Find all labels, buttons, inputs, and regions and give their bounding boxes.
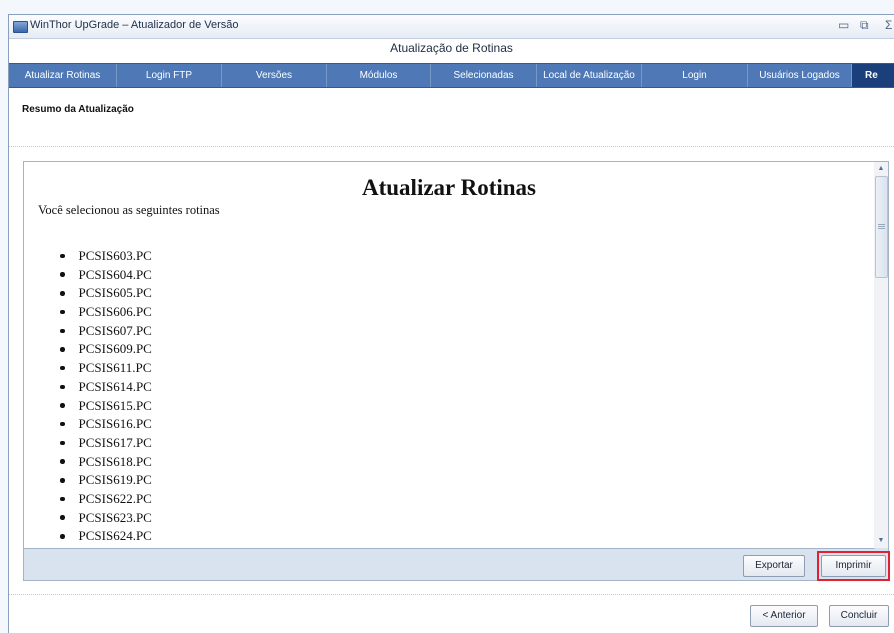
scroll-thumb[interactable] [875,176,888,278]
routine-item: PCSIS607.PC [60,322,152,341]
restore-icon[interactable]: ⧉ [860,18,869,33]
tab-local-de-atualizacao[interactable]: Local de Atualização [537,64,642,87]
routine-item: PCSIS616.PC [60,415,152,434]
routine-item: PCSIS618.PC [60,453,152,472]
routine-item: PCSIS609.PC [60,340,152,359]
tab-versoes[interactable]: Versões [222,64,327,87]
wizard-tabs: Atualizar Rotinas Login FTP Versões Módu… [9,63,894,88]
routine-item: PCSIS622.PC [60,490,152,509]
tab-atualizar-rotinas[interactable]: Atualizar Rotinas [9,64,117,87]
finish-button[interactable]: Concluir [829,605,889,627]
section-title: Resumo da Atualização [22,104,134,115]
window-title: WinThor UpGrade – Atualizador de Versão [30,19,239,31]
routine-item: PCSIS611.PC [60,359,152,378]
app-window: WinThor UpGrade – Atualizador de Versão … [8,14,894,633]
routine-item: PCSIS623.PC [60,509,152,528]
close-icon[interactable]: Σ [885,18,892,32]
report-panel: Atualizar Rotinas Você selecionou as seg… [23,161,890,581]
previous-button[interactable]: < Anterior [750,605,818,627]
routine-item: PCSIS624.PC [60,527,152,546]
app-icon [13,21,28,33]
footer-divider [9,594,894,595]
routine-item: PCSIS615.PC [60,397,152,416]
page-title: Atualização de Rotinas [390,41,513,55]
routine-item: PCSIS604.PC [60,266,152,285]
report-title: Atualizar Rotinas [362,175,536,200]
tab-login-ftp[interactable]: Login FTP [117,64,222,87]
vertical-scrollbar[interactable]: ▲ ▼ [874,162,888,548]
tab-selecionadas[interactable]: Selecionadas [431,64,537,87]
divider [9,146,894,147]
tab-resumo[interactable]: Re [852,64,894,87]
routine-list: PCSIS603.PC PCSIS604.PC PCSIS605.PC PCSI… [60,247,152,546]
routine-item: PCSIS603.PC [60,247,152,266]
minimize-icon[interactable]: ▭ [838,18,849,32]
export-button[interactable]: Exportar [743,555,805,577]
scroll-up-icon[interactable]: ▲ [874,162,888,176]
tab-usuarios-logados[interactable]: Usuários Logados [748,64,852,87]
routine-item: PCSIS606.PC [60,303,152,322]
report-viewer[interactable]: Atualizar Rotinas Você selecionou as seg… [24,162,875,549]
title-bar: WinThor UpGrade – Atualizador de Versão … [9,15,894,39]
routine-item: PCSIS614.PC [60,378,152,397]
print-button-highlight [817,551,890,581]
tab-modulos[interactable]: Módulos [327,64,431,87]
report-subtitle: Você selecionou as seguintes rotinas [38,203,220,217]
routine-item: PCSIS619.PC [60,471,152,490]
scroll-down-icon[interactable]: ▼ [874,534,888,548]
routine-item: PCSIS617.PC [60,434,152,453]
routine-item: PCSIS605.PC [60,284,152,303]
tab-login[interactable]: Login [642,64,748,87]
